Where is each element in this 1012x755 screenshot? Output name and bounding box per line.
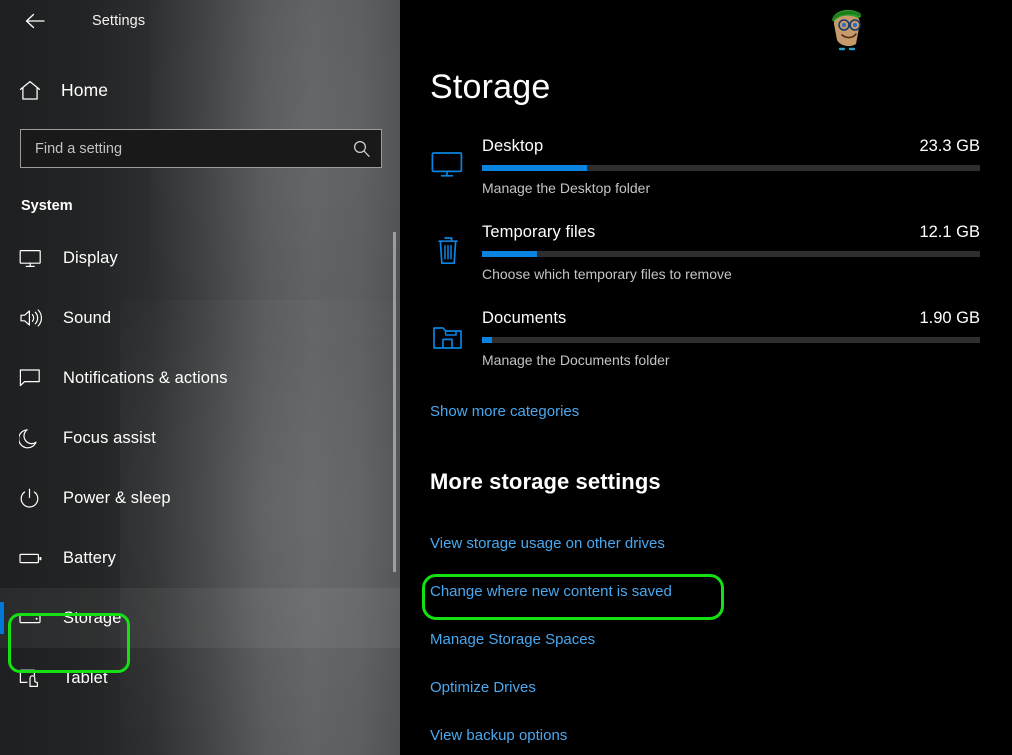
settings-window: Settings Home System <box>0 0 1012 755</box>
sidebar-item-label: Battery <box>63 549 116 568</box>
change-where-new-content-is-saved-link[interactable]: Change where new content is saved <box>430 583 672 600</box>
storage-item-name: Temporary files <box>482 223 595 242</box>
storage-item-size: 1.90 GB <box>919 309 980 328</box>
monitor-icon <box>19 249 49 268</box>
title-bar: Settings <box>0 0 400 42</box>
storage-usage-bar <box>482 251 980 257</box>
chat-bubble-icon <box>19 368 49 388</box>
monitor-icon <box>430 147 466 183</box>
speaker-icon <box>19 308 49 328</box>
sidebar-item-label: Notifications & actions <box>63 369 228 388</box>
selection-indicator <box>0 602 4 634</box>
show-more-categories-link[interactable]: Show more categories <box>430 403 579 420</box>
sidebar-item-tablet[interactable]: Tablet <box>0 648 400 708</box>
optimize-drives-link[interactable]: Optimize Drives <box>430 679 536 696</box>
sidebar-scrollbar-thumb[interactable] <box>393 232 396 572</box>
app-title: Settings <box>92 13 145 29</box>
more-storage-settings-links: View storage usage on other drives Chang… <box>430 519 1012 755</box>
page-title: Storage <box>430 68 1012 107</box>
main-content: Storage Desktop 23.3 GB <box>400 0 1012 755</box>
storage-item-name: Documents <box>482 309 566 328</box>
sidebar-item-label: Focus assist <box>63 429 156 448</box>
trash-icon <box>430 233 466 269</box>
search-icon[interactable] <box>341 130 381 167</box>
storage-row-desktop[interactable]: Desktop 23.3 GB Manage the Desktop folde… <box>400 137 1012 223</box>
storage-row-temporary-files[interactable]: Temporary files 12.1 GB Choose which tem… <box>400 223 1012 309</box>
documents-folder-icon <box>430 319 466 355</box>
sidebar-item-battery[interactable]: Battery <box>0 528 400 588</box>
cartoon-face-logo <box>820 4 872 56</box>
sidebar-item-label: Storage <box>63 609 122 628</box>
storage-item-subtitle: Manage the Documents folder <box>482 352 980 368</box>
storage-usage-bar <box>482 337 980 343</box>
view-storage-usage-other-drives-link[interactable]: View storage usage on other drives <box>430 535 665 552</box>
search-input[interactable] <box>21 141 341 157</box>
hard-drive-icon <box>19 611 49 626</box>
storage-usage-fill <box>482 165 587 171</box>
moon-icon <box>19 428 49 449</box>
sidebar-item-sound[interactable]: Sound <box>0 288 400 348</box>
link-row: Manage Storage Spaces <box>430 615 1012 663</box>
sidebar-item-label: Tablet <box>63 669 108 688</box>
storage-item-subtitle: Manage the Desktop folder <box>482 180 980 196</box>
storage-category-list: Desktop 23.3 GB Manage the Desktop folde… <box>400 137 1012 395</box>
sidebar-item-label: Display <box>63 249 118 268</box>
storage-item-size: 12.1 GB <box>919 223 980 242</box>
storage-usage-fill <box>482 251 537 257</box>
sidebar-item-storage[interactable]: Storage <box>0 588 400 648</box>
sidebar-item-label: Power & sleep <box>63 489 171 508</box>
storage-item-size: 23.3 GB <box>919 137 980 156</box>
link-row: View storage usage on other drives <box>430 519 1012 567</box>
link-row: Change where new content is saved <box>430 567 1012 615</box>
sidebar-item-notifications-actions[interactable]: Notifications & actions <box>0 348 400 408</box>
link-row: View backup options <box>430 711 1012 755</box>
more-storage-settings-title: More storage settings <box>430 469 1012 495</box>
battery-icon <box>19 551 49 566</box>
sidebar-group-header: System <box>21 198 400 214</box>
sidebar-item-label: Sound <box>63 309 111 328</box>
power-icon <box>19 488 49 509</box>
manage-storage-spaces-link[interactable]: Manage Storage Spaces <box>430 631 595 648</box>
home-icon <box>19 80 49 101</box>
storage-item-subtitle: Choose which temporary files to remove <box>482 266 980 282</box>
sidebar-item-home[interactable]: Home <box>0 68 400 112</box>
link-row: Optimize Drives <box>430 663 1012 711</box>
tablet-touch-icon <box>19 668 49 689</box>
view-backup-options-link[interactable]: View backup options <box>430 727 567 744</box>
sidebar-item-focus-assist[interactable]: Focus assist <box>0 408 400 468</box>
search-box[interactable] <box>20 129 382 168</box>
storage-usage-bar <box>482 165 980 171</box>
sidebar: Settings Home System <box>0 0 400 755</box>
storage-item-name: Desktop <box>482 137 543 156</box>
sidebar-item-power-sleep[interactable]: Power & sleep <box>0 468 400 528</box>
storage-usage-fill <box>482 337 492 343</box>
sidebar-item-label-home: Home <box>61 80 108 101</box>
back-button[interactable] <box>18 6 52 36</box>
storage-row-documents[interactable]: Documents 1.90 GB Manage the Documents f… <box>400 309 1012 395</box>
sidebar-item-display[interactable]: Display <box>0 228 400 288</box>
sidebar-nav-list: Display Sound <box>0 228 400 708</box>
